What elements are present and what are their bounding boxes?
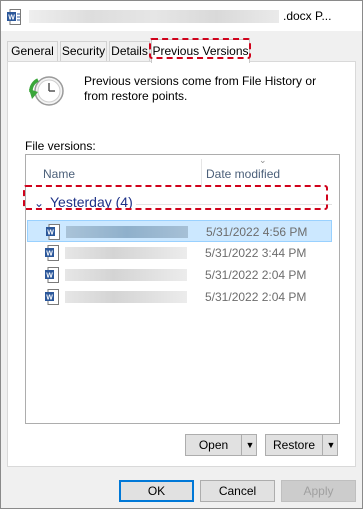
- cancel-button[interactable]: Cancel: [200, 480, 275, 502]
- properties-window: W .docx P... General Security Details Pr…: [0, 0, 363, 509]
- svg-text:W: W: [8, 15, 15, 22]
- column-header-name[interactable]: Name: [43, 167, 75, 181]
- word-document-icon: W: [45, 267, 59, 283]
- file-history-restore-icon: [29, 76, 64, 106]
- tab-details[interactable]: Details: [109, 41, 150, 61]
- row-date-modified: 5/31/2022 3:44 PM: [205, 246, 307, 260]
- open-button[interactable]: Open: [186, 435, 241, 455]
- ok-button[interactable]: OK: [119, 480, 194, 502]
- row-date-modified: 5/31/2022 2:04 PM: [205, 290, 307, 304]
- row-date-modified: 5/31/2022 2:04 PM: [205, 268, 307, 282]
- open-split-button: Open ▼: [185, 434, 257, 456]
- group-label: Yesterday (4): [50, 194, 133, 210]
- title-bar: W .docx P...: [1, 1, 362, 31]
- redacted-file-name: [65, 269, 187, 281]
- panel-description: Previous versions come from File History…: [84, 74, 317, 103]
- table-row[interactable]: W 5/31/2022 2:04 PM: [27, 264, 332, 286]
- sort-descending-icon: ⌄: [259, 155, 267, 165]
- redacted-file-name: [65, 291, 187, 303]
- restore-split-button: Restore ▼: [265, 434, 338, 456]
- tab-previous-versions[interactable]: Previous Versions: [151, 39, 250, 63]
- word-document-icon: W: [7, 9, 21, 25]
- restore-dropdown-arrow-icon[interactable]: ▼: [322, 435, 339, 455]
- window-title: .docx P...: [283, 9, 332, 23]
- svg-text:W: W: [46, 295, 53, 302]
- svg-text:W: W: [46, 251, 53, 258]
- column-header-date-modified[interactable]: Date modified: [206, 167, 280, 181]
- svg-text:W: W: [46, 273, 53, 280]
- redacted-filename: [29, 10, 279, 23]
- restore-button[interactable]: Restore: [266, 435, 322, 455]
- redacted-file-name: [65, 247, 187, 259]
- column-separator[interactable]: [201, 159, 202, 187]
- tab-general[interactable]: General: [7, 41, 58, 61]
- tab-security[interactable]: Security: [60, 41, 107, 61]
- chevron-down-icon[interactable]: ⌄: [34, 196, 44, 210]
- open-dropdown-arrow-icon[interactable]: ▼: [241, 435, 258, 455]
- list-header: Name ⌄ Date modified: [26, 155, 339, 189]
- file-versions-label: File versions:: [25, 139, 96, 153]
- word-document-icon: W: [46, 224, 60, 240]
- group-header-yesterday[interactable]: ⌄ Yesterday (4): [34, 194, 334, 215]
- previous-versions-panel: Previous versions come from File History…: [7, 61, 356, 467]
- redacted-file-name: [66, 226, 188, 238]
- svg-text:W: W: [47, 230, 54, 237]
- apply-button[interactable]: Apply: [281, 480, 356, 502]
- file-versions-list[interactable]: Name ⌄ Date modified ⌄ Yesterday (4) W 5…: [25, 154, 340, 424]
- table-row[interactable]: W 5/31/2022 3:44 PM: [27, 242, 332, 264]
- word-document-icon: W: [45, 245, 59, 261]
- word-document-icon: W: [45, 289, 59, 305]
- row-date-modified: 5/31/2022 4:56 PM: [206, 225, 308, 239]
- table-row[interactable]: W 5/31/2022 2:04 PM: [27, 286, 332, 308]
- table-row[interactable]: W 5/31/2022 4:56 PM: [27, 220, 332, 242]
- group-divider: [136, 204, 332, 205]
